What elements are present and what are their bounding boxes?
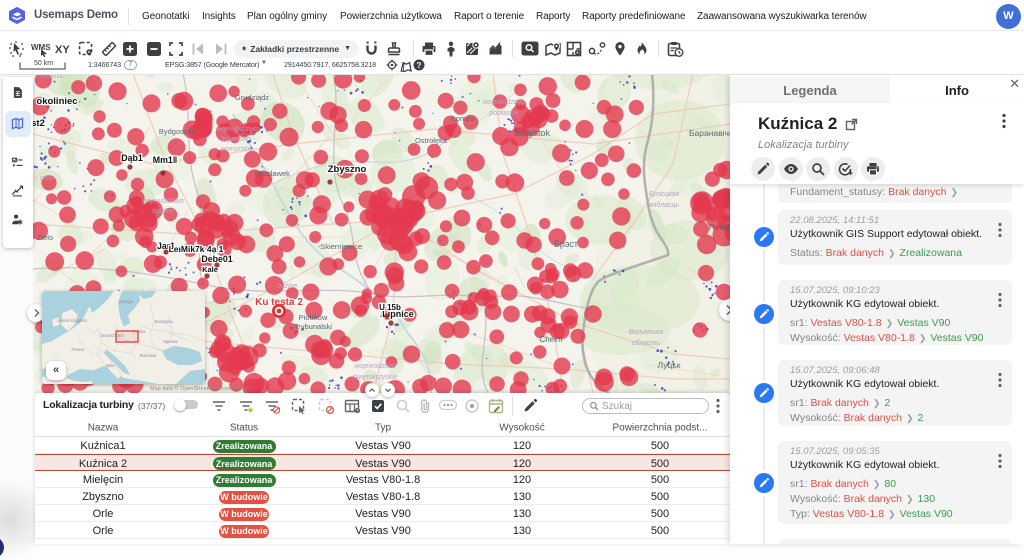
- svg-text:LeıMik7k 4ạ 1: LeıMik7k 4ạ 1: [169, 244, 224, 254]
- svg-text:podlaskie: podlaskie: [488, 110, 519, 117]
- svg-text:Piotrków: Piotrków: [299, 313, 328, 322]
- svg-text:kujawsko-: kujawsko-: [221, 136, 253, 143]
- svg-text:świętokrzyskie: świętokrzyskie: [352, 374, 397, 381]
- svg-text:область: область: [632, 339, 661, 347]
- svg-text:Italia: Italia: [106, 363, 116, 368]
- svg-text:XY: XY: [55, 44, 70, 56]
- svg-text:łódzkie: łódzkie: [152, 208, 174, 215]
- svg-text:olski: olski: [40, 175, 54, 182]
- svg-text:ódzkie: ódzkie: [277, 283, 297, 290]
- svg-text:województwo: województwo: [483, 99, 525, 106]
- svg-text:Chełm: Chełm: [539, 335, 562, 344]
- svg-text:Луцьк: Луцьк: [658, 360, 681, 370]
- svg-text:Брэсцкая: Брэсцкая: [649, 191, 680, 198]
- svg-text:Białystok: Białystok: [514, 128, 551, 138]
- svg-text:Łomża: Łomża: [452, 114, 475, 123]
- svg-text:okoliniec: okoliniec: [36, 96, 77, 107]
- svg-text:Grudziądz: Grudziądz: [235, 93, 269, 102]
- svg-text:Пінск: Пінск: [709, 222, 730, 232]
- svg-text:вобласць: вобласць: [649, 201, 680, 209]
- svg-text:województwo: województwo: [354, 363, 396, 370]
- svg-text:st2: st2: [33, 118, 45, 129]
- svg-text:Mm1‖: Mm1‖: [153, 155, 177, 165]
- svg-text:U 15b: U 15b: [379, 303, 401, 312]
- svg-text:Dąb1: Dąb1: [121, 153, 143, 163]
- svg-text:Map data © OpenStreetMap contr: Map data © OpenStreetMap contributors: [150, 385, 249, 392]
- svg-text:Волинська: Волинська: [629, 329, 664, 336]
- svg-text:Беларусь: Беларусь: [155, 319, 174, 324]
- svg-text:-Skierniewice: -Skierniewice: [318, 242, 363, 251]
- svg-text:Zielo: Zielo: [37, 233, 53, 242]
- svg-text:Україна: Україна: [163, 339, 178, 344]
- svg-text:?: ?: [417, 61, 422, 70]
- svg-text:France: France: [71, 347, 85, 352]
- svg-text:Баранавічы: Баранавічы: [689, 128, 730, 138]
- svg-text:Zbyszno: Zbyszno: [328, 164, 367, 175]
- svg-text:województwo: województwo: [216, 126, 258, 133]
- svg-text:pomorskie: pomorskie: [220, 146, 253, 153]
- svg-text:województwo: województwo: [142, 198, 184, 205]
- svg-text:Sverige: Sverige: [119, 299, 134, 304]
- svg-text:Trybunalski: Trybunalski: [294, 322, 332, 331]
- svg-text:Ostrołęka: Ostrołęka: [415, 136, 448, 145]
- svg-text:România: România: [140, 353, 157, 358]
- svg-text:Włocławek: Włocławek: [254, 169, 290, 178]
- svg-text:Bydgoszcz: Bydgoszcz: [159, 127, 196, 136]
- svg-text:United Kingdom: United Kingdom: [57, 318, 87, 323]
- svg-text:Брэст: Брэст: [554, 239, 578, 249]
